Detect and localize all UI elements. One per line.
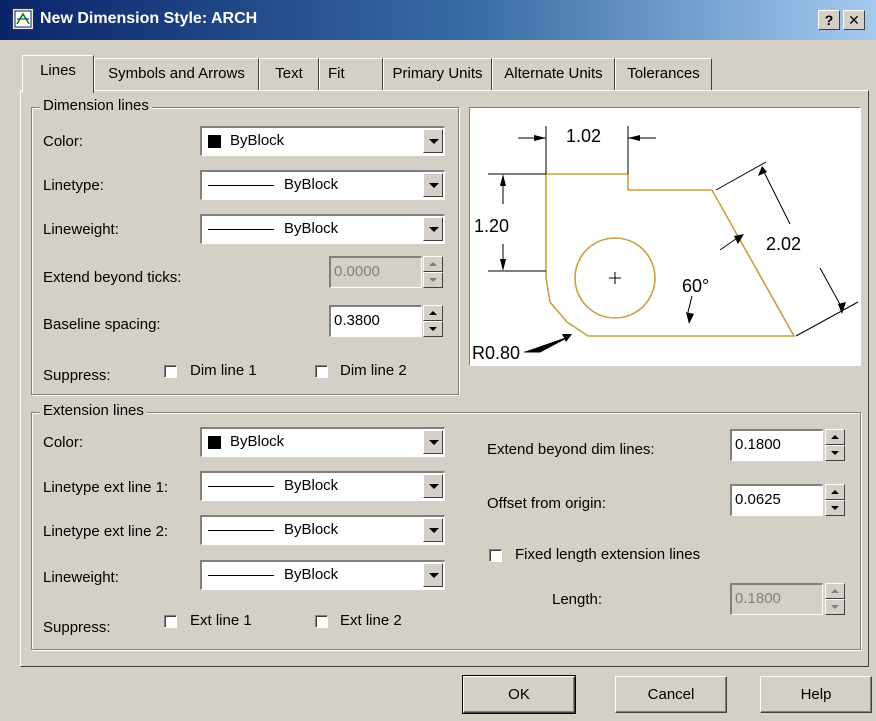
- chevron-down-icon[interactable]: [423, 129, 443, 153]
- ext-color-label: Color:: [43, 434, 84, 451]
- extend-ticks-field[interactable]: 0.0000: [329, 256, 422, 288]
- tab-fit[interactable]: Fit: [319, 58, 383, 90]
- dim-right-text: 2.02: [766, 234, 801, 254]
- help-title-button[interactable]: ?: [818, 10, 840, 30]
- tab-text[interactable]: Text: [259, 58, 319, 90]
- spin-up-icon[interactable]: [825, 429, 845, 445]
- ext-lineweight-select[interactable]: ByBlock: [200, 560, 445, 590]
- dim-color-label: Color:: [43, 133, 84, 150]
- app-icon: [12, 8, 34, 30]
- chevron-down-icon[interactable]: [423, 563, 443, 587]
- extend-ticks-stepper[interactable]: [423, 256, 443, 288]
- color-swatch: [208, 135, 221, 148]
- dim-line-2-label[interactable]: Dim line 2: [340, 362, 407, 379]
- title-bar[interactable]: New Dimension Style: ARCH ? ✕: [0, 0, 876, 40]
- radius-text: R0.80: [472, 343, 520, 363]
- fixed-length-label[interactable]: Fixed length extension lines: [515, 546, 700, 563]
- chevron-down-icon[interactable]: [423, 217, 443, 241]
- ext-lineweight-value: ByBlock: [284, 566, 339, 583]
- lineweight-sample-icon: [208, 575, 274, 576]
- chevron-down-icon[interactable]: [423, 173, 443, 197]
- linetype-sample-icon: [208, 486, 274, 487]
- help-button[interactable]: Help: [760, 676, 872, 713]
- ext-color-value: ByBlock: [230, 433, 285, 450]
- close-button[interactable]: ✕: [843, 10, 865, 30]
- dim-left-text: 1.20: [474, 216, 509, 236]
- length-label: Length:: [552, 591, 603, 608]
- dim-lineweight-label: Lineweight:: [43, 221, 119, 238]
- length-stepper[interactable]: [825, 583, 845, 615]
- spin-down-icon[interactable]: [825, 445, 845, 461]
- ext-line-2-label[interactable]: Ext line 2: [340, 612, 402, 629]
- dimension-lines-legend: Dimension lines: [40, 97, 152, 114]
- tab-alternate-units[interactable]: Alternate Units: [492, 58, 615, 90]
- baseline-spacing-field[interactable]: 0.3800: [329, 305, 422, 337]
- extend-dim-stepper[interactable]: [825, 429, 845, 461]
- ext-line-1-checkbox[interactable]: [164, 615, 177, 628]
- cancel-button[interactable]: Cancel: [615, 676, 727, 713]
- tab-symbols-and-arrows[interactable]: Symbols and Arrows: [94, 58, 259, 90]
- dim-suppress-label: Suppress:: [43, 367, 111, 384]
- linetype-sample-icon: [208, 530, 274, 531]
- fixed-length-checkbox[interactable]: [489, 549, 502, 562]
- dim-lineweight-select[interactable]: ByBlock: [200, 214, 445, 244]
- lineweight-sample-icon: [208, 229, 274, 230]
- offset-origin-stepper[interactable]: [825, 484, 845, 516]
- chevron-down-icon[interactable]: [423, 474, 443, 498]
- dim-line-1-label[interactable]: Dim line 1: [190, 362, 257, 379]
- ext-suppress-label: Suppress:: [43, 619, 111, 636]
- spin-down-icon[interactable]: [423, 321, 443, 337]
- tab-lines[interactable]: Lines: [22, 55, 94, 93]
- dim-line-1-checkbox[interactable]: [164, 365, 177, 378]
- window-title: New Dimension Style: ARCH: [40, 10, 258, 27]
- ext-line-2-checkbox[interactable]: [315, 615, 328, 628]
- preview-drawing: 1.02 1.20 2.02 60° R0.80: [472, 126, 859, 363]
- dim-linetype-select[interactable]: ByBlock: [200, 170, 445, 200]
- extend-ticks-label: Extend beyond ticks:: [43, 269, 182, 286]
- ext-line-1-label[interactable]: Ext line 1: [190, 612, 252, 629]
- dim-color-value: ByBlock: [230, 132, 285, 149]
- color-swatch: [208, 436, 221, 449]
- spin-down-icon[interactable]: [423, 272, 443, 288]
- linetype-sample-icon: [208, 185, 274, 186]
- length-field[interactable]: 0.1800: [730, 583, 823, 615]
- ok-button[interactable]: OK: [462, 675, 576, 714]
- dim-linetype-value: ByBlock: [284, 176, 339, 193]
- angle-text: 60°: [682, 276, 709, 296]
- spin-up-icon[interactable]: [423, 305, 443, 321]
- spin-down-icon[interactable]: [825, 599, 845, 615]
- spin-up-icon[interactable]: [825, 583, 845, 599]
- chevron-down-icon[interactable]: [423, 430, 443, 454]
- dim-top-text: 1.02: [566, 126, 601, 146]
- tab-tolerances[interactable]: Tolerances: [615, 58, 712, 90]
- spin-down-icon[interactable]: [825, 500, 845, 516]
- linetype-ext1-label: Linetype ext line 1:: [43, 479, 169, 496]
- dim-color-select[interactable]: ByBlock: [200, 126, 445, 156]
- extend-dim-label: Extend beyond dim lines:: [487, 441, 655, 458]
- baseline-spacing-stepper[interactable]: [423, 305, 443, 337]
- extension-lines-legend: Extension lines: [40, 402, 147, 419]
- spin-up-icon[interactable]: [423, 256, 443, 272]
- baseline-spacing-label: Baseline spacing:: [43, 316, 161, 333]
- linetype-ext1-select[interactable]: ByBlock: [200, 471, 445, 501]
- preview-panel: 1.02 1.20 2.02 60° R0.80: [469, 107, 861, 366]
- linetype-ext2-value: ByBlock: [284, 521, 339, 538]
- tab-primary-units[interactable]: Primary Units: [383, 58, 492, 90]
- linetype-ext2-label: Linetype ext line 2:: [43, 523, 169, 540]
- chevron-down-icon[interactable]: [423, 518, 443, 542]
- ext-color-select[interactable]: ByBlock: [200, 427, 445, 457]
- linetype-ext1-value: ByBlock: [284, 477, 339, 494]
- offset-origin-label: Offset from origin:: [487, 495, 606, 512]
- dim-lineweight-value: ByBlock: [284, 220, 339, 237]
- dim-linetype-label: Linetype:: [43, 177, 104, 194]
- extend-dim-field[interactable]: 0.1800: [730, 429, 823, 461]
- spin-up-icon[interactable]: [825, 484, 845, 500]
- ext-lineweight-label: Lineweight:: [43, 569, 119, 586]
- offset-origin-field[interactable]: 0.0625: [730, 484, 823, 516]
- dim-line-2-checkbox[interactable]: [315, 365, 328, 378]
- linetype-ext2-select[interactable]: ByBlock: [200, 515, 445, 545]
